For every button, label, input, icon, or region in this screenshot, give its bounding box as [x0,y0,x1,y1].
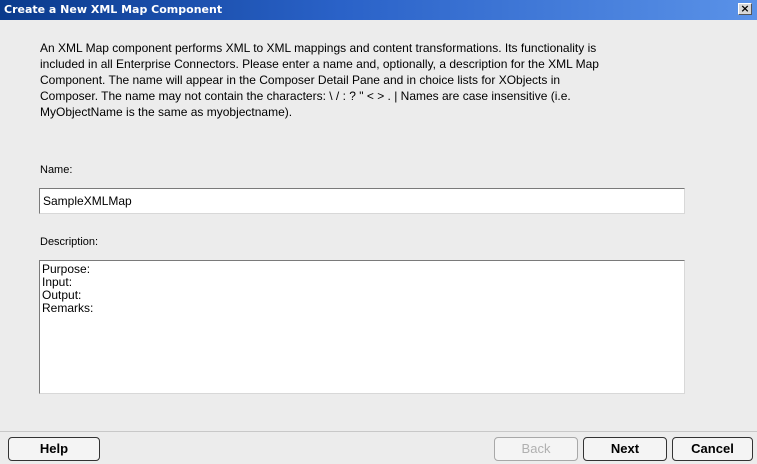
intro-line: included in all Enterprise Connectors. P… [40,57,599,71]
description-line: Remarks: [42,301,94,315]
title-bar[interactable]: Create a New XML Map Component × [0,0,757,20]
description-line: Output: [42,288,82,302]
next-button[interactable]: Next [583,437,667,461]
description-label: Description: [40,236,99,248]
intro-text: An XML Map component performs XML to XML… [40,40,700,120]
close-icon: × [740,2,750,15]
help-button[interactable]: Help [8,437,100,461]
intro-line: Composer. The name may not contain the c… [40,89,571,103]
back-button[interactable]: Back [494,437,578,461]
cancel-button[interactable]: Cancel [672,437,753,461]
name-label: Name: [40,164,73,176]
name-input[interactable]: SampleXMLMap [39,188,685,214]
dialog-title: Create a New XML Map Component [4,3,223,16]
name-input-value: SampleXMLMap [43,194,132,208]
divider [0,431,757,432]
close-button[interactable]: × [738,3,752,15]
description-line: Input: [42,275,73,289]
description-line: Purpose: [42,262,91,276]
intro-line: MyObjectName is the same as myobjectname… [40,105,293,119]
dialog-content: An XML Map component performs XML to XML… [0,20,757,420]
dialog: Create a New XML Map Component × An XML … [0,0,757,464]
description-textarea[interactable]: Purpose: Input: Output: Remarks: [39,260,685,394]
intro-line: An XML Map component performs XML to XML… [40,41,597,55]
intro-line: Component. The name will appear in the C… [40,73,561,87]
